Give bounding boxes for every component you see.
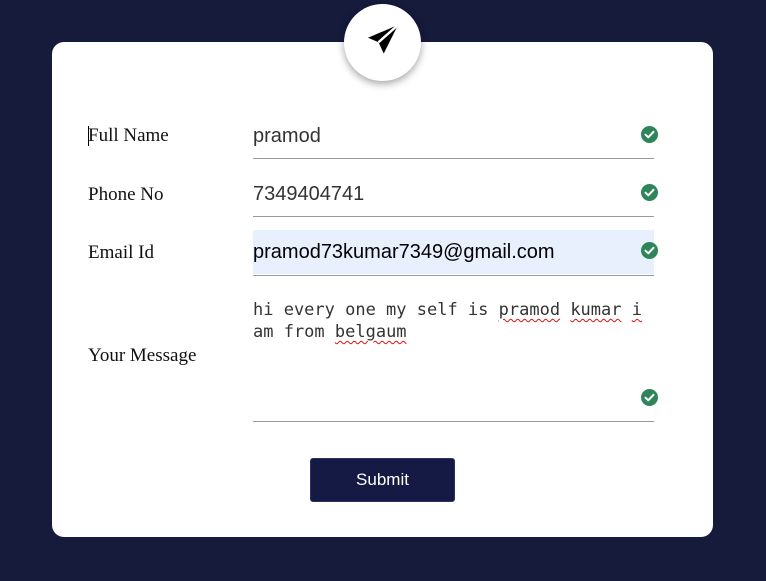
phone-label: Phone No	[88, 184, 164, 205]
full-name-input[interactable]: pramod	[253, 118, 654, 154]
email-input[interactable]: pramod73kumar7349@gmail.com	[253, 230, 654, 274]
phone-value: 7349404741	[253, 182, 365, 205]
message-textarea[interactable]: hi every one my self is pramod kumar i a…	[253, 299, 654, 419]
message-underline	[253, 421, 654, 422]
message-space	[622, 300, 632, 320]
misspelled-word: belgaum	[334, 322, 407, 342]
message-label: Your Message	[88, 345, 197, 366]
message-part: am from	[253, 322, 325, 342]
misspelled-word: pramod	[498, 300, 561, 320]
check-circle-icon	[641, 242, 658, 259]
misspelled-word: i	[631, 300, 642, 320]
form-badge	[344, 4, 421, 81]
message-part: hi every one my self is	[253, 300, 499, 320]
text-cursor	[88, 126, 89, 146]
full-name-underline	[253, 158, 654, 159]
full-name-label: Full Name	[88, 125, 169, 146]
message-space	[560, 300, 570, 320]
misspelled-word: kumar	[570, 300, 622, 320]
submit-button[interactable]: Submit	[310, 458, 455, 502]
phone-input[interactable]: 7349404741	[253, 176, 654, 212]
check-circle-icon	[641, 184, 658, 201]
phone-underline	[253, 216, 654, 217]
check-circle-icon	[641, 389, 658, 406]
full-name-value: pramod	[253, 124, 321, 147]
message-text: hi every one my self is pramod kumar i a…	[253, 299, 654, 343]
paper-plane-icon	[365, 22, 401, 63]
email-value: pramod73kumar7349@gmail.com	[253, 240, 555, 263]
check-circle-icon	[641, 126, 658, 143]
email-label: Email Id	[88, 242, 154, 263]
email-underline	[253, 275, 654, 276]
